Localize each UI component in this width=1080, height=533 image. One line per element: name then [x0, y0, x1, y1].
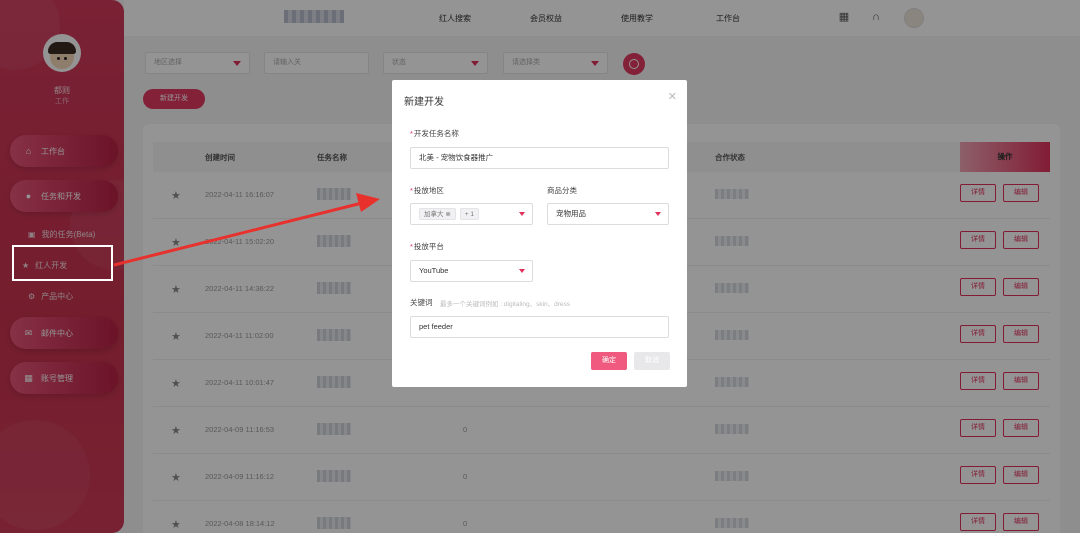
category-value: 宠物用品	[556, 209, 586, 218]
cancel-button[interactable]: 取消	[634, 352, 670, 370]
region-select[interactable]: 加拿大 ⊗ + 1	[410, 203, 533, 225]
close-icon[interactable]: ✕	[668, 90, 677, 103]
tag-close-icon[interactable]: ⊗	[445, 211, 450, 218]
keyword-hint: 最多一个关键词例如 : digitaling、skin、dress	[440, 301, 571, 308]
region-tag: 加拿大 ⊗	[419, 208, 456, 221]
task-name-input[interactable]: 北美 - 宠物饮食器推广	[410, 147, 669, 169]
chevron-down-icon	[655, 212, 661, 216]
platform-value: YouTube	[419, 266, 449, 275]
confirm-button[interactable]: 确定	[591, 352, 627, 370]
chevron-down-icon	[519, 212, 525, 216]
platform-label: *投放平台	[410, 242, 444, 251]
platform-select[interactable]: YouTube	[410, 260, 533, 282]
keyword-input[interactable]: pet feeder	[410, 316, 669, 338]
keyword-label: 关键词	[410, 298, 433, 307]
category-select[interactable]: 宠物用品	[547, 203, 669, 225]
task-name-label: *开发任务名称	[410, 129, 459, 138]
chevron-down-icon	[519, 269, 525, 273]
region-more-tag: + 1	[459, 208, 479, 221]
new-development-dialog: 新建开发 ✕ *开发任务名称 北美 - 宠物饮食器推广 *投放地区 加拿大 ⊗ +…	[392, 80, 687, 387]
annotation-highlight-box	[12, 245, 113, 281]
dialog-title: 新建开发	[404, 97, 444, 108]
category-label: 商品分类	[547, 186, 577, 195]
region-label: *投放地区	[410, 186, 444, 195]
